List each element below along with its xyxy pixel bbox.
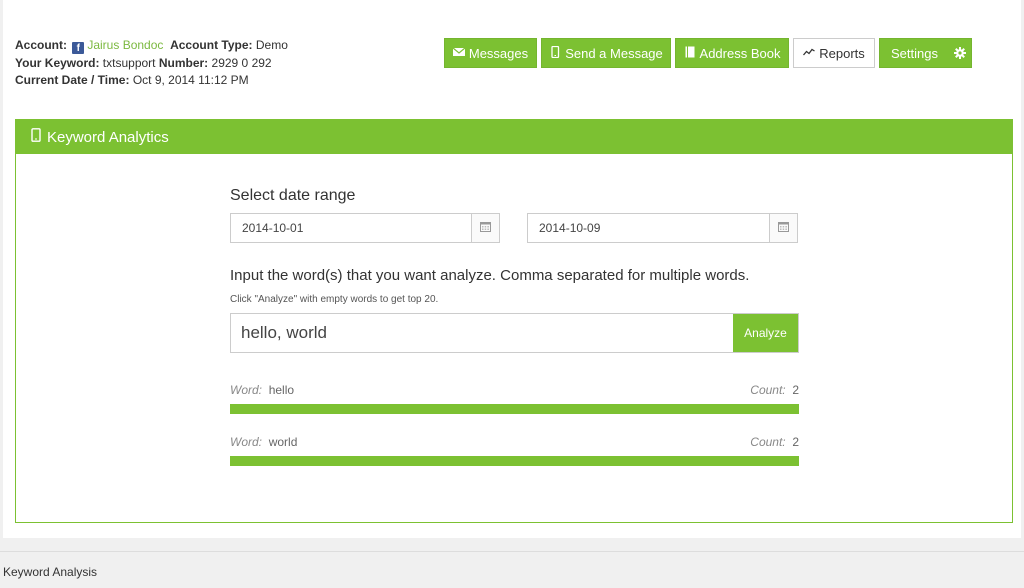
- start-date-calendar-button[interactable]: [471, 214, 499, 242]
- send-message-button[interactable]: Send a Message: [541, 38, 671, 68]
- account-name-link[interactable]: Jairus Bondoc: [87, 38, 163, 52]
- envelope-icon: [452, 46, 466, 61]
- page-container: Account: f Jairus Bondoc Account Type: De…: [3, 0, 1021, 538]
- calendar-icon: [480, 219, 491, 237]
- words-hint: Click "Analyze" with empty words to get …: [230, 294, 439, 305]
- word-input-group: Analyze: [230, 313, 799, 353]
- start-date-input[interactable]: [231, 214, 471, 242]
- gear-icon: [953, 47, 966, 59]
- result-bar-fill: [230, 404, 799, 414]
- keyword-analytics-panel: Keyword Analytics Select date range Inpu…: [15, 119, 1013, 523]
- keyword-value: txtsupport: [102, 55, 156, 70]
- count-label: Count:: [750, 383, 786, 397]
- result-item: Word: hello Count: 2: [230, 383, 799, 414]
- count-value: 2: [792, 435, 799, 449]
- analyze-button[interactable]: Analyze: [733, 314, 798, 352]
- result-bar-fill: [230, 456, 799, 466]
- messages-button[interactable]: Messages: [444, 38, 537, 68]
- count-value: 2: [792, 383, 799, 397]
- end-date-calendar-button[interactable]: [769, 214, 797, 242]
- word-label: Word:: [230, 383, 263, 397]
- settings-label: Settings: [891, 45, 938, 61]
- words-instruction: Input the word(s) that you want analyze.…: [230, 267, 750, 284]
- word-label: Word:: [230, 435, 263, 449]
- current-date-value: Oct 9, 2014 11:12 PM: [132, 73, 249, 87]
- messages-label: Messages: [468, 45, 529, 61]
- result-bar-track: [230, 404, 799, 414]
- reports-label: Reports: [819, 45, 865, 61]
- address-book-button[interactable]: Address Book: [675, 38, 789, 68]
- result-item: Word: world Count: 2: [230, 435, 799, 466]
- panel-header: Keyword Analytics: [16, 120, 1012, 154]
- account-label: Account:: [15, 38, 67, 52]
- book-icon: [684, 46, 696, 61]
- mobile-phone-icon: [549, 45, 561, 61]
- end-date-input[interactable]: [528, 214, 769, 242]
- facebook-icon: f: [72, 42, 85, 54]
- account-info: Account: f Jairus Bondoc Account Type: De…: [15, 37, 288, 90]
- mobile-phone-icon: [31, 128, 41, 146]
- footer-title: Keyword Analysis: [3, 565, 98, 579]
- current-date-label: Current Date / Time:: [15, 73, 130, 87]
- start-date-picker: [230, 213, 500, 243]
- settings-button[interactable]: Settings: [879, 38, 972, 68]
- count-label: Count:: [750, 435, 786, 449]
- reports-button[interactable]: Reports: [793, 38, 875, 68]
- footer-divider: [0, 551, 1024, 552]
- end-date-picker: [527, 213, 798, 243]
- account-type-label: Account Type:: [170, 38, 253, 52]
- word-value: world: [268, 435, 298, 449]
- keyword-label: Your Keyword:: [15, 55, 100, 70]
- address-book-label: Address Book: [699, 45, 781, 61]
- send-message-label: Send a Message: [565, 45, 663, 61]
- date-range-label: Select date range: [230, 187, 356, 204]
- number-value: 2929 0 292: [211, 55, 272, 70]
- word-value: hello: [268, 383, 295, 397]
- line-chart-icon: [803, 46, 816, 61]
- result-bar-track: [230, 456, 799, 466]
- number-label: Number:: [158, 55, 209, 70]
- account-type-value: Demo: [255, 38, 288, 52]
- panel-title: Keyword Analytics: [47, 128, 169, 146]
- words-input[interactable]: [231, 314, 733, 352]
- calendar-icon: [778, 219, 789, 237]
